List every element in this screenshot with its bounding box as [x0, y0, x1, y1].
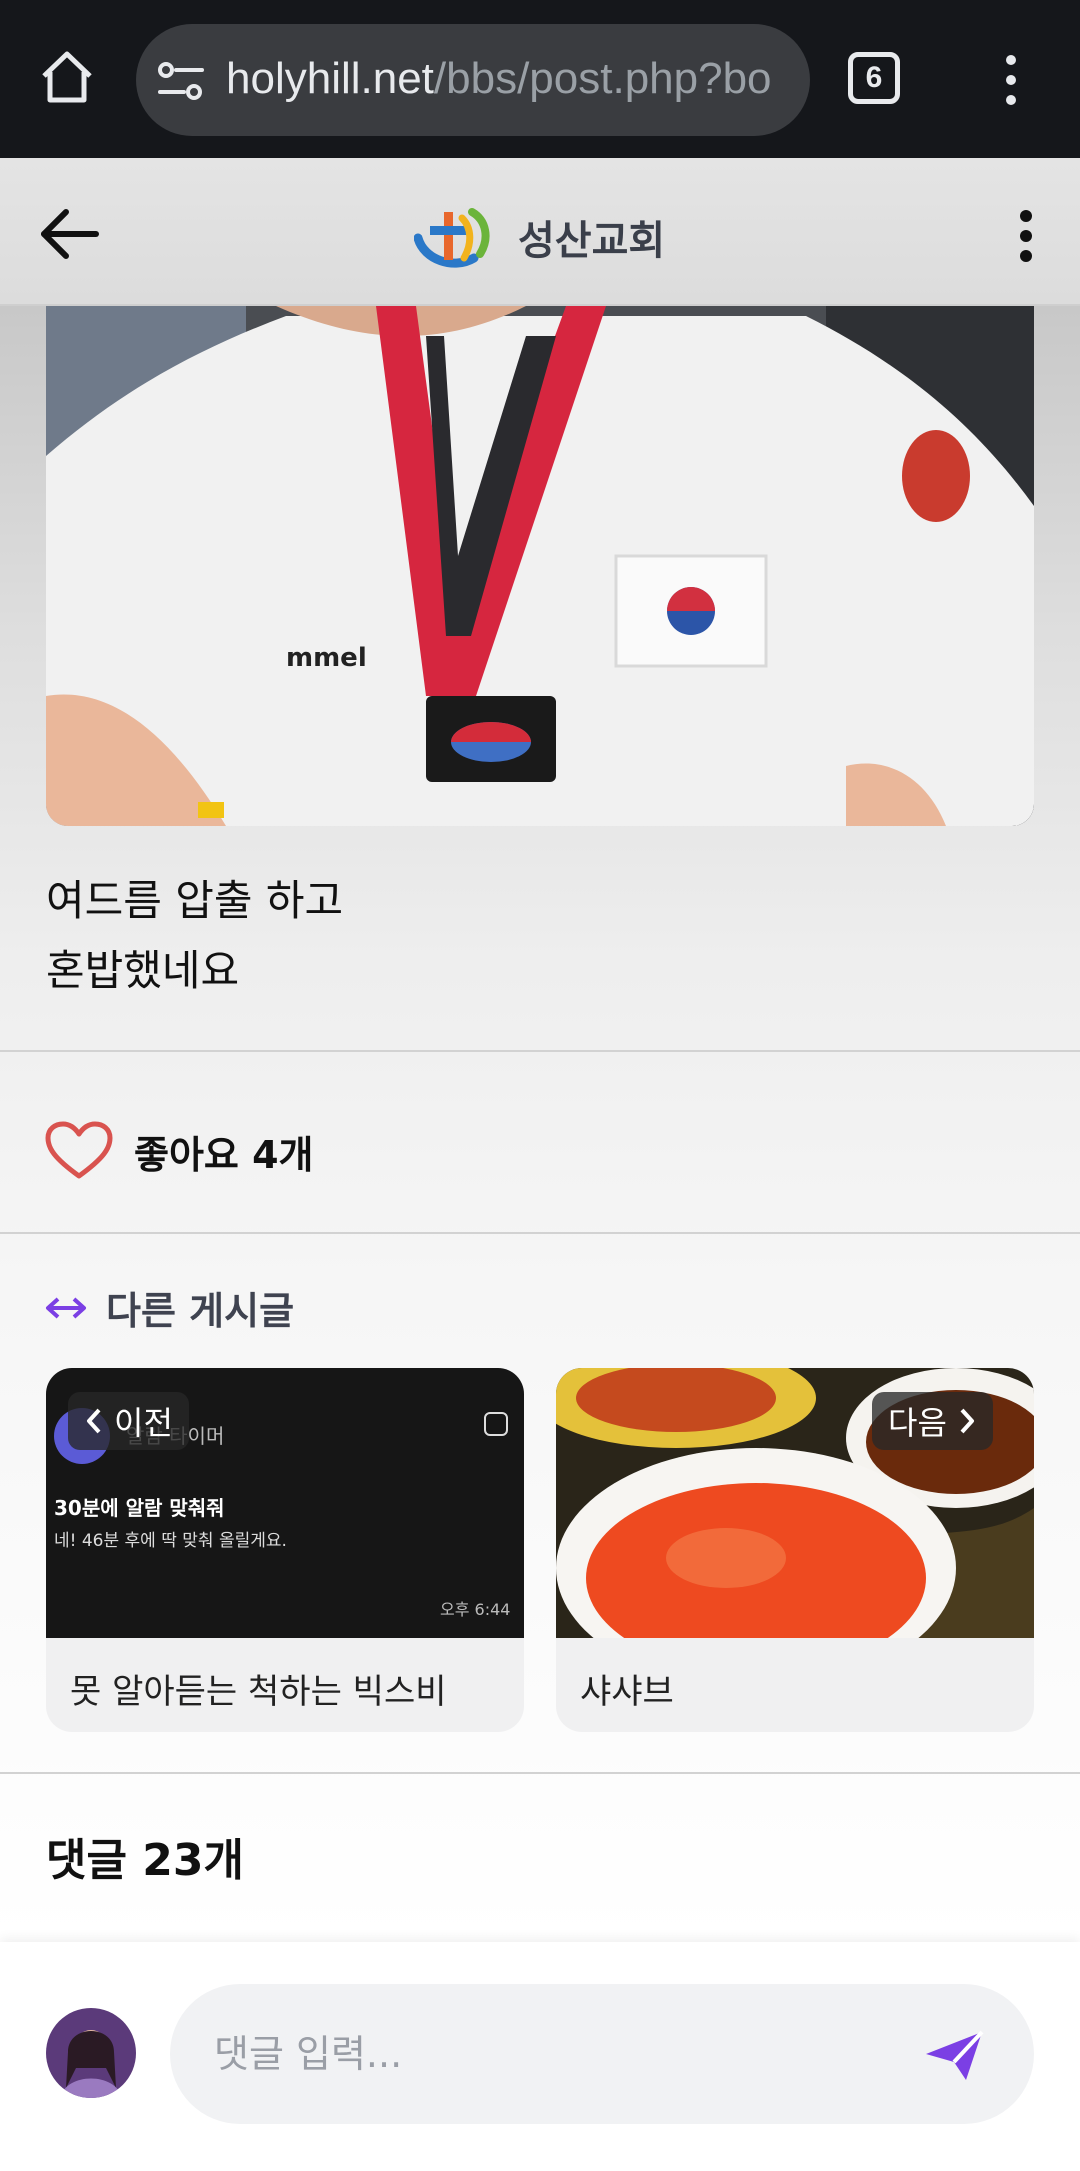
next-nav-button[interactable]: 다음	[872, 1392, 993, 1450]
chevron-left-icon	[87, 1408, 101, 1434]
divider	[0, 1232, 1080, 1234]
post-text-line: 혼밥했네요	[46, 946, 240, 995]
prev-nav-label: 이전	[114, 1404, 173, 1442]
like-count: 좋아요 4개	[134, 1132, 314, 1177]
svg-text:mmel: mmel	[286, 643, 367, 673]
back-arrow-icon[interactable]	[38, 206, 102, 262]
url-path: /bbs/post.php?bo	[433, 54, 772, 103]
prev-post-title: 못 알아듣는 척하는 빅스비	[70, 1672, 447, 1712]
post-content: mmel 여드름 압출 하고 혼밥했네요 좋아요 4개 다른 게시글 알람	[0, 306, 1080, 1942]
site-name[interactable]: 성산교회	[518, 208, 665, 266]
heart-icon[interactable]	[44, 1120, 114, 1182]
chevron-right-icon	[960, 1408, 974, 1434]
tabs-icon[interactable]: 6	[848, 52, 900, 104]
like-button[interactable]: 좋아요 4개	[44, 1116, 314, 1186]
thumb-line-1: 30분에 알람 맞춰줘	[54, 1496, 225, 1520]
prev-post-card[interactable]: 알람 타이머 30분에 알람 맞춰줘 네! 46분 후에 딱 맞춰 올릴게요. …	[46, 1368, 524, 1732]
left-right-arrow-icon	[44, 1293, 88, 1323]
more-vert-icon[interactable]	[1012, 206, 1040, 266]
other-posts-header: 다른 게시글	[44, 1280, 294, 1335]
send-icon[interactable]	[922, 2028, 986, 2084]
address-bar[interactable]: holyhill.net/bbs/post.php?bo	[136, 24, 810, 136]
next-post-card[interactable]: 다음 샤샤브	[556, 1368, 1034, 1732]
church-logo-icon[interactable]	[413, 202, 498, 270]
post-photo[interactable]: mmel	[46, 306, 1034, 826]
site-info-icon[interactable]	[156, 60, 206, 102]
more-vert-icon[interactable]	[996, 50, 1026, 110]
tab-count: 6	[865, 61, 883, 94]
next-post-title: 샤샤브	[580, 1672, 674, 1712]
comments-title: 댓글 23개	[46, 1835, 244, 1886]
url-text[interactable]: holyhill.net/bbs/post.php?bo	[226, 54, 772, 104]
divider	[0, 1050, 1080, 1052]
post-text-line: 여드름 압출 하고	[46, 876, 344, 925]
next-nav-label: 다음	[888, 1404, 947, 1442]
divider	[0, 1772, 1080, 1774]
post-body: 여드름 압출 하고 혼밥했네요	[46, 866, 343, 1006]
other-posts-title: 다른 게시글	[106, 1289, 295, 1333]
avatar[interactable]	[46, 2008, 136, 2098]
thumb-time: 오후 6:44	[440, 1600, 511, 1619]
browser-toolbar: holyhill.net/bbs/post.php?bo 6	[0, 0, 1080, 158]
comment-bar	[0, 1942, 1080, 2171]
app-header: 성산교회	[0, 158, 1080, 306]
thumb-line-2: 네! 46분 후에 딱 맞춰 올릴게요.	[54, 1531, 287, 1551]
url-domain: holyhill.net	[226, 54, 434, 103]
home-icon[interactable]	[36, 46, 98, 108]
prev-nav-button[interactable]: 이전	[68, 1392, 189, 1450]
plus-square-icon	[484, 1412, 508, 1436]
comment-input[interactable]	[170, 1984, 1034, 2124]
